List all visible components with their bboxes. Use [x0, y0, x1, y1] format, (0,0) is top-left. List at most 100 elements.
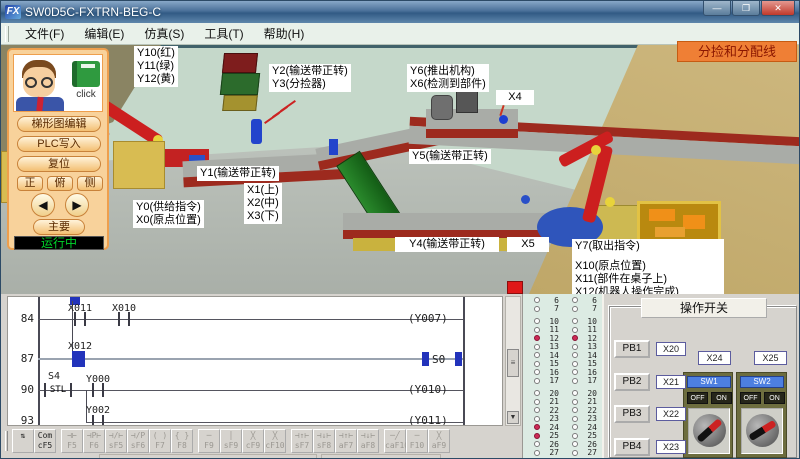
platform-front-edge — [426, 129, 518, 138]
label-y2-y3: Y2(输送带正转) Y3(分捡器) — [269, 64, 351, 92]
ladder-canvas[interactable]: 84 X011 X010 (Y007) 87 X012 S0 90 S4 STL… — [7, 296, 503, 426]
ladder-tool-caF10[interactable]: ─╱ caF10 — [384, 429, 409, 453]
stl-instruction: STL — [44, 383, 72, 397]
io-row-26: 26 26 — [523, 440, 602, 449]
ladder-tool-sF6[interactable]: ⊣/P sF6 — [127, 429, 149, 453]
menu-item-0[interactable]: 文件(F) — [15, 23, 74, 44]
menu-item-1[interactable]: 编辑(E) — [74, 23, 134, 44]
y-num: 27 — [587, 448, 597, 458]
ladder-editor-window: 84 X011 X010 (Y007) 87 X012 S0 90 S4 STL… — [1, 294, 522, 458]
x-num: 17 — [549, 376, 559, 386]
help-book-icon[interactable] — [72, 61, 100, 87]
conveyor-y4 — [343, 213, 559, 239]
contact-x010 — [118, 312, 130, 326]
y-led-24 — [572, 424, 578, 431]
plc-write-button[interactable]: PLC写入 — [17, 136, 101, 152]
sw1-on-button[interactable]: ON — [711, 392, 732, 404]
title-bar[interactable]: FX SW0D5C-FXTRN-BEG-C — ❐ ✕ — [1, 1, 799, 23]
ladder-tool-sF7[interactable]: ⊣↑⊢ sF7 — [291, 429, 313, 453]
ladder-tool-aF8[interactable]: ⊣↓⊢ aF8 — [357, 429, 379, 453]
ladder-tool-cF10[interactable]: ╳ cF10 — [264, 429, 286, 453]
io-monitor-panel: 6 6 7 7 10 10 11 11 12 12 13 13 14 14 15 15 16 16 17 17 20 20… — [522, 294, 602, 458]
y-led-16 — [572, 369, 578, 376]
signal-tower-red — [221, 53, 259, 73]
prev-view-button[interactable]: ◀ — [31, 193, 55, 217]
menu-item-2[interactable]: 仿真(S) — [134, 23, 194, 44]
io-row-14: 14 14 — [523, 351, 602, 360]
sw2-on-button[interactable]: ON — [764, 392, 785, 404]
push-button-pb3[interactable]: PB3 — [614, 405, 650, 423]
sw1-knob-area — [688, 408, 730, 454]
ladder-tool-sF8[interactable]: ⊣↓⊢ sF8 — [313, 429, 335, 453]
ladder-tool-F5[interactable]: ⊣⊢ F5 — [61, 429, 83, 453]
ladder-tool-F7[interactable]: ( ) F7 — [149, 429, 171, 453]
sw1-rotary-knob[interactable] — [693, 414, 726, 447]
tag-x25: X25 — [754, 351, 787, 365]
reset-button[interactable]: 复位 — [17, 156, 101, 172]
io-row-12: 12 12 — [523, 334, 602, 343]
view-front-button[interactable]: 正 — [17, 176, 43, 191]
sw1-off-button[interactable]: OFF — [687, 392, 708, 404]
ladder-tool-F8[interactable]: { } F8 — [171, 429, 193, 453]
simulation-3d-view[interactable]: Y10(红) Y11(绿) Y12(黄) Y2(输送带正转) Y3(分捡器) Y6(推出机… — [1, 45, 799, 294]
ladder-tool-cF5[interactable]: Com cF5 — [34, 429, 56, 453]
main-view-button[interactable]: 主要 — [33, 219, 85, 235]
ladder-tool-F6[interactable]: ⊣P⊢ F6 — [83, 429, 105, 453]
ladder-tool-cF9[interactable]: ╳ cF9 — [242, 429, 264, 453]
sw2-off-button[interactable]: OFF — [740, 392, 761, 404]
toggle-switch-sw2: SW2 OFF ON — [736, 372, 787, 458]
x-led-10 — [534, 318, 540, 325]
sensor-blue-cylinder — [251, 119, 262, 144]
toolbar-grip — [5, 25, 9, 42]
y-led-26 — [572, 441, 578, 448]
fx-app-icon: FX — [5, 5, 21, 19]
io-row-24: 24 24 — [523, 423, 602, 432]
y-led-15 — [572, 360, 578, 367]
tag-x22: X22 — [656, 407, 686, 421]
step-number: 93 — [20, 414, 34, 426]
pusher-mechanism — [456, 89, 478, 113]
click-label: click — [76, 89, 96, 100]
book-label — [81, 64, 95, 68]
vertical-scrollbar[interactable]: ≡ ▼ — [505, 296, 521, 426]
scrollbar-thumb[interactable]: ≡ — [507, 349, 519, 377]
tag-x21: X21 — [656, 375, 686, 389]
push-button-pb1[interactable]: PB1 — [614, 340, 650, 358]
coil-highlight — [455, 352, 462, 366]
label-y10-y11-y12: Y10(红) Y11(绿) Y12(黄) — [134, 46, 178, 87]
ladder-tool-btn0[interactable]: ⇅ — [12, 429, 34, 453]
ladder-tool-F10[interactable]: ─ F10 — [406, 429, 428, 453]
ladder-tool-sF5[interactable]: ⊣/⊢ sF5 — [105, 429, 127, 453]
tray-part — [655, 227, 685, 237]
menu-item-3[interactable]: 工具(T) — [194, 23, 253, 44]
menu-item-4[interactable]: 帮助(H) — [254, 23, 315, 44]
ladder-tool-aF9[interactable]: ╳ aF9 — [428, 429, 450, 453]
next-view-button[interactable]: ▶ — [65, 193, 89, 217]
push-button-pb2[interactable]: PB2 — [614, 373, 650, 391]
label-y6-x6: Y6(推出机构) X6(检测到部件) — [407, 64, 489, 92]
window-title: SW0D5C-FXTRN-BEG-C — [25, 5, 162, 19]
belt-surface — [343, 213, 559, 230]
view-side-button[interactable]: 侧 — [77, 176, 103, 191]
maximize-button[interactable]: ❐ — [732, 1, 760, 16]
close-button[interactable]: ✕ — [761, 1, 795, 16]
scroll-down-arrow[interactable]: ▼ — [507, 411, 519, 424]
y-led-21 — [572, 398, 578, 405]
x-led-27 — [534, 449, 540, 456]
guide-control-panel: click 梯形图编辑 PLC写入 复位 正 俯 侧 ◀ ▶ 主要 运行中 — [7, 48, 109, 250]
push-button-pb4[interactable]: PB4 — [614, 438, 650, 456]
ladder-tool-sF9[interactable]: │ sF9 — [220, 429, 242, 453]
y-led-6 — [572, 297, 578, 304]
ladder-edit-button[interactable]: 梯形图编辑 — [17, 116, 101, 132]
left-power-rail — [38, 297, 40, 425]
step-number: 84 — [20, 312, 34, 325]
ladder-tool-aF7[interactable]: ⊣↑⊢ aF7 — [335, 429, 357, 453]
sw2-rotary-knob[interactable] — [746, 414, 779, 447]
io-row-27: 27 27 — [523, 448, 602, 458]
label-y1: Y1(输送带正转) — [197, 166, 279, 181]
ladder-tool-F9[interactable]: ─ F9 — [198, 429, 220, 453]
view-top-button[interactable]: 俯 — [47, 176, 73, 191]
x-led-24 — [534, 424, 540, 431]
minimize-button[interactable]: — — [703, 1, 731, 16]
label-x5: X5 — [507, 237, 549, 252]
